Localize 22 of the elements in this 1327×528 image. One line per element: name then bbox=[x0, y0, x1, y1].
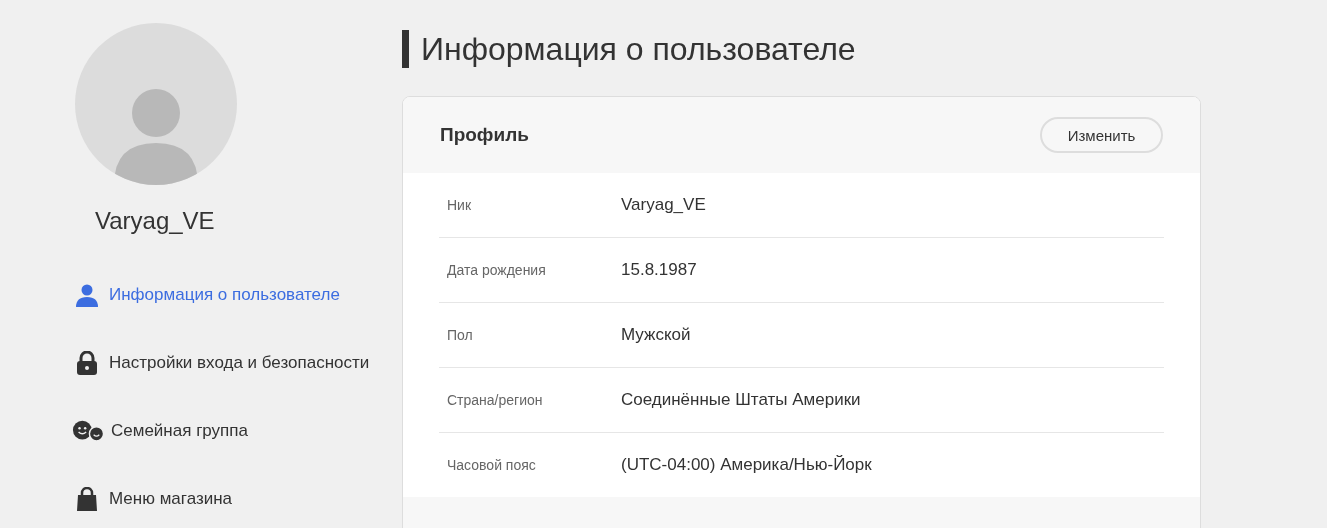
field-value: Мужской bbox=[621, 325, 691, 345]
field-label: Дата рождения bbox=[446, 262, 547, 278]
nav-link[interactable]: Настройки входа и безопасности bbox=[75, 329, 402, 397]
nav-link[interactable]: Информация о пользователе bbox=[75, 261, 402, 329]
field-value: (UTC-04:00) Америка/Нью-Йорк bbox=[621, 455, 872, 475]
nav-link[interactable]: Меню магазина bbox=[75, 465, 402, 528]
field-label: Страна/регион bbox=[446, 392, 544, 408]
field-value: Varyag_VE bbox=[621, 195, 706, 215]
field-value: 15.8.1987 bbox=[621, 260, 697, 280]
smiley-faces-icon bbox=[72, 419, 104, 443]
section-title: Профиль bbox=[440, 124, 529, 146]
person-icon bbox=[75, 283, 99, 307]
field-label: Ник bbox=[446, 197, 473, 213]
nav-link[interactable]: Семейная группа bbox=[75, 397, 402, 465]
field-label: Пол bbox=[446, 327, 474, 343]
lock-icon bbox=[75, 351, 99, 375]
field-value: Соединённые Штаты Америки bbox=[621, 390, 861, 410]
username: Varyag_VE bbox=[95, 207, 216, 236]
edit-button[interactable]: Изменить bbox=[1040, 117, 1163, 153]
page-title: Информация о пользователе bbox=[402, 30, 1201, 68]
shopping-bag-icon bbox=[75, 487, 99, 511]
field-label: Часовой пояс bbox=[446, 457, 537, 473]
